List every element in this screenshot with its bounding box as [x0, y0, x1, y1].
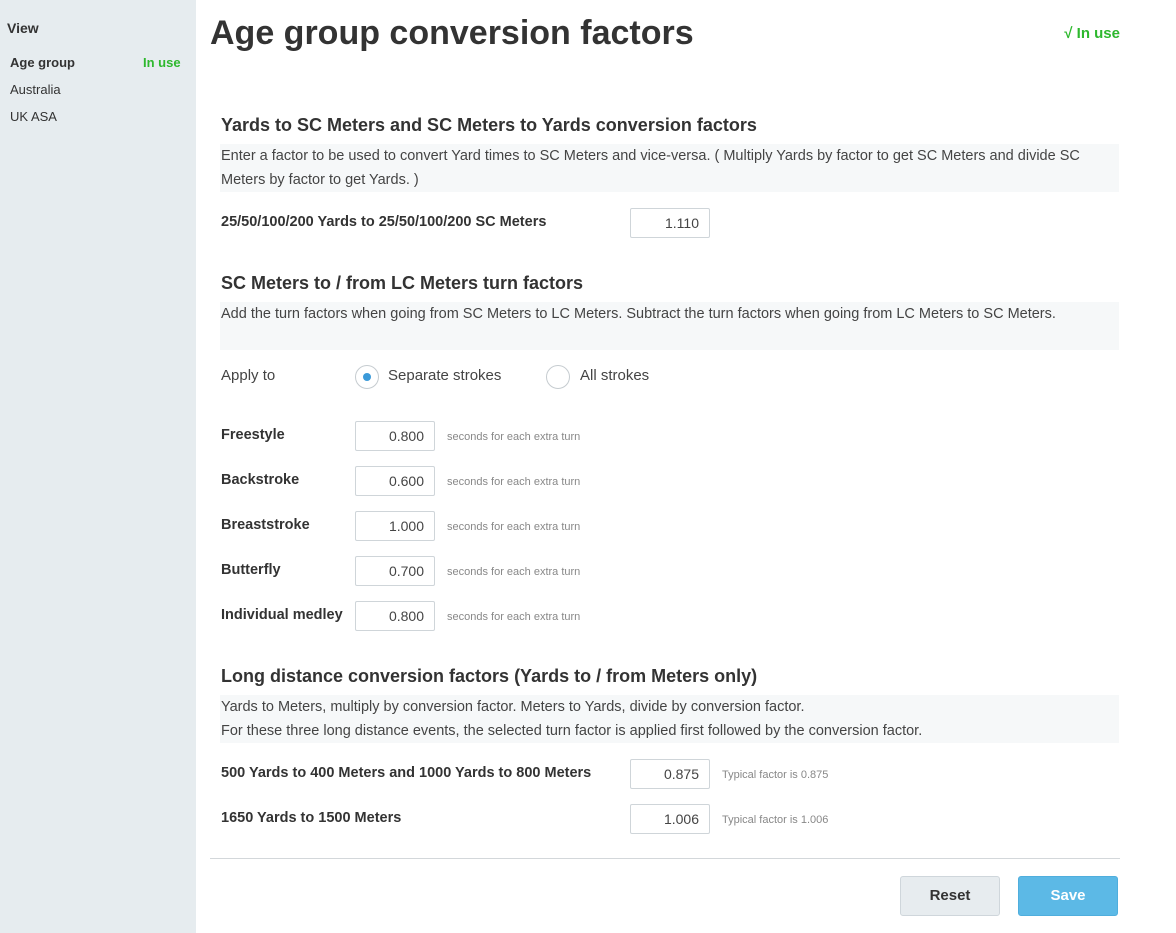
in-use-status: √ In use [1064, 25, 1120, 42]
long-distance-section-title: Long distance conversion factors (Yards … [221, 666, 758, 686]
page-title: Age group conversion factors [210, 14, 694, 52]
individual-medley-label: Individual medley [221, 607, 343, 623]
long-1650-input[interactable] [630, 804, 710, 834]
butterfly-label: Butterfly [221, 562, 281, 578]
yards-section-note: Enter a factor to be used to convert Yar… [220, 144, 1119, 192]
long-note-line-1: Yards to Meters, multiply by conversion … [221, 699, 805, 715]
sidebar-item-australia[interactable]: Australia [10, 82, 61, 97]
apply-to-label: Apply to [221, 367, 276, 384]
sidebar-in-use-badge: In use [143, 55, 181, 70]
long-500-1000-label: 500 Yards to 400 Meters and 1000 Yards t… [221, 765, 592, 781]
all-strokes-label[interactable]: All strokes [580, 367, 649, 384]
footer-divider [210, 858, 1120, 859]
reset-button[interactable]: Reset [900, 876, 1000, 916]
yards-note-text: Enter a factor to be used to convert Yar… [221, 148, 1080, 188]
sidebar-heading: View [7, 20, 39, 36]
backstroke-input[interactable] [355, 466, 435, 496]
sidebar-item-age-group[interactable]: Age group [10, 55, 75, 70]
long-distance-note: Yards to Meters, multiply by conversion … [220, 695, 1119, 743]
radio-selected-dot [363, 373, 371, 381]
sidebar: View Age group In use Australia UK ASA [0, 0, 196, 933]
individual-medley-hint: seconds for each extra turn [447, 611, 581, 623]
separate-strokes-label[interactable]: Separate strokes [388, 367, 501, 384]
long-1650-hint: Typical factor is 1.006 [722, 814, 829, 826]
yards-factor-label: 25/50/100/200 Yards to 25/50/100/200 SC … [221, 214, 547, 230]
turn-note-text: Add the turn factors when going from SC … [221, 306, 1056, 322]
save-button[interactable]: Save [1018, 876, 1118, 916]
all-strokes-radio[interactable] [546, 365, 570, 389]
freestyle-label: Freestyle [221, 427, 285, 443]
sidebar-item-uk-asa[interactable]: UK ASA [10, 109, 57, 124]
long-note-line-2: For these three long distance events, th… [221, 723, 923, 739]
butterfly-input[interactable] [355, 556, 435, 586]
freestyle-input[interactable] [355, 421, 435, 451]
yards-factor-input[interactable] [630, 208, 710, 238]
freestyle-hint: seconds for each extra turn [447, 431, 581, 443]
long-1650-label: 1650 Yards to 1500 Meters [221, 810, 402, 826]
individual-medley-input[interactable] [355, 601, 435, 631]
turn-section-title: SC Meters to / from LC Meters turn facto… [221, 273, 584, 293]
long-500-1000-hint: Typical factor is 0.875 [722, 769, 829, 781]
breaststroke-input[interactable] [355, 511, 435, 541]
long-500-1000-input[interactable] [630, 759, 710, 789]
backstroke-hint: seconds for each extra turn [447, 476, 581, 488]
breaststroke-label: Breaststroke [221, 517, 310, 533]
butterfly-hint: seconds for each extra turn [447, 566, 581, 578]
backstroke-label: Backstroke [221, 472, 300, 488]
yards-section-title: Yards to SC Meters and SC Meters to Yard… [221, 115, 757, 135]
turn-section-note: Add the turn factors when going from SC … [220, 302, 1119, 350]
breaststroke-hint: seconds for each extra turn [447, 521, 581, 533]
separate-strokes-radio[interactable] [355, 365, 379, 389]
